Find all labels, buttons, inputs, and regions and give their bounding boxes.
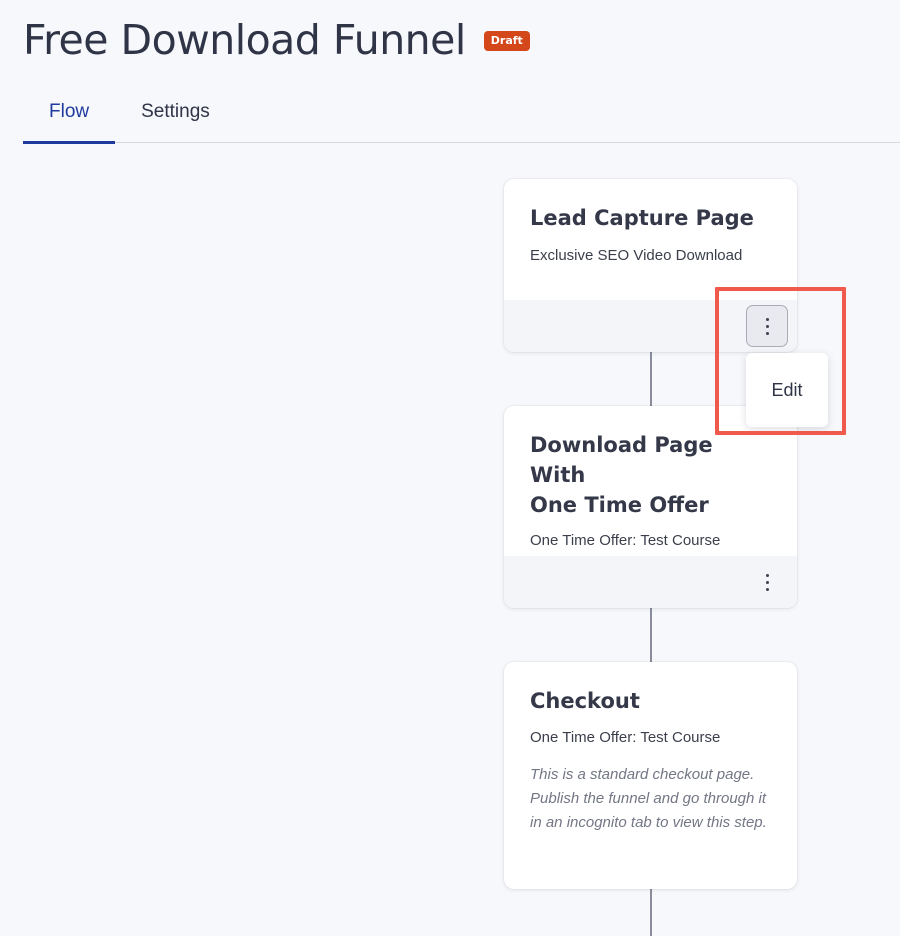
flow-connector xyxy=(650,608,652,662)
tab-bar: Flow Settings xyxy=(23,85,900,144)
page-header: Free Download Funnel Draft xyxy=(23,14,530,66)
step-title: Download Page With One Time Offer xyxy=(530,430,771,520)
step-menu-button[interactable] xyxy=(746,561,788,603)
step-subtitle: One Time Offer: Test Course xyxy=(530,729,721,746)
step-card-footer xyxy=(504,300,797,352)
menu-item-edit[interactable]: Edit xyxy=(771,380,802,401)
step-card-lead-capture[interactable]: Lead Capture Page Exclusive SEO Video Do… xyxy=(504,179,797,352)
status-badge: Draft xyxy=(483,31,530,51)
step-context-menu: Edit xyxy=(746,353,828,427)
step-title: Checkout xyxy=(530,689,640,713)
funnel-page: Free Download Funnel Draft Flow Settings… xyxy=(0,0,900,936)
step-title-line: One Time Offer xyxy=(530,493,709,517)
step-card-download-page[interactable]: Download Page With One Time Offer One Ti… xyxy=(504,406,797,608)
step-subtitle: One Time Offer: Test Course xyxy=(530,532,721,549)
more-vertical-icon xyxy=(765,317,769,335)
tab-flow[interactable]: Flow xyxy=(23,85,116,144)
step-card-footer xyxy=(504,556,797,608)
step-card-checkout[interactable]: Checkout One Time Offer: Test Course Thi… xyxy=(504,662,797,889)
flow-connector xyxy=(650,889,652,936)
more-vertical-icon xyxy=(765,573,769,591)
tab-settings[interactable]: Settings xyxy=(115,85,236,143)
step-menu-button[interactable] xyxy=(746,305,788,347)
step-note: This is a standard checkout page. Publis… xyxy=(530,766,767,831)
flow-connector xyxy=(650,352,652,406)
step-title: Lead Capture Page xyxy=(530,206,754,230)
step-subtitle: Exclusive SEO Video Download xyxy=(530,247,743,264)
step-title-line: Download Page With xyxy=(530,433,713,487)
page-title: Free Download Funnel xyxy=(23,16,466,64)
